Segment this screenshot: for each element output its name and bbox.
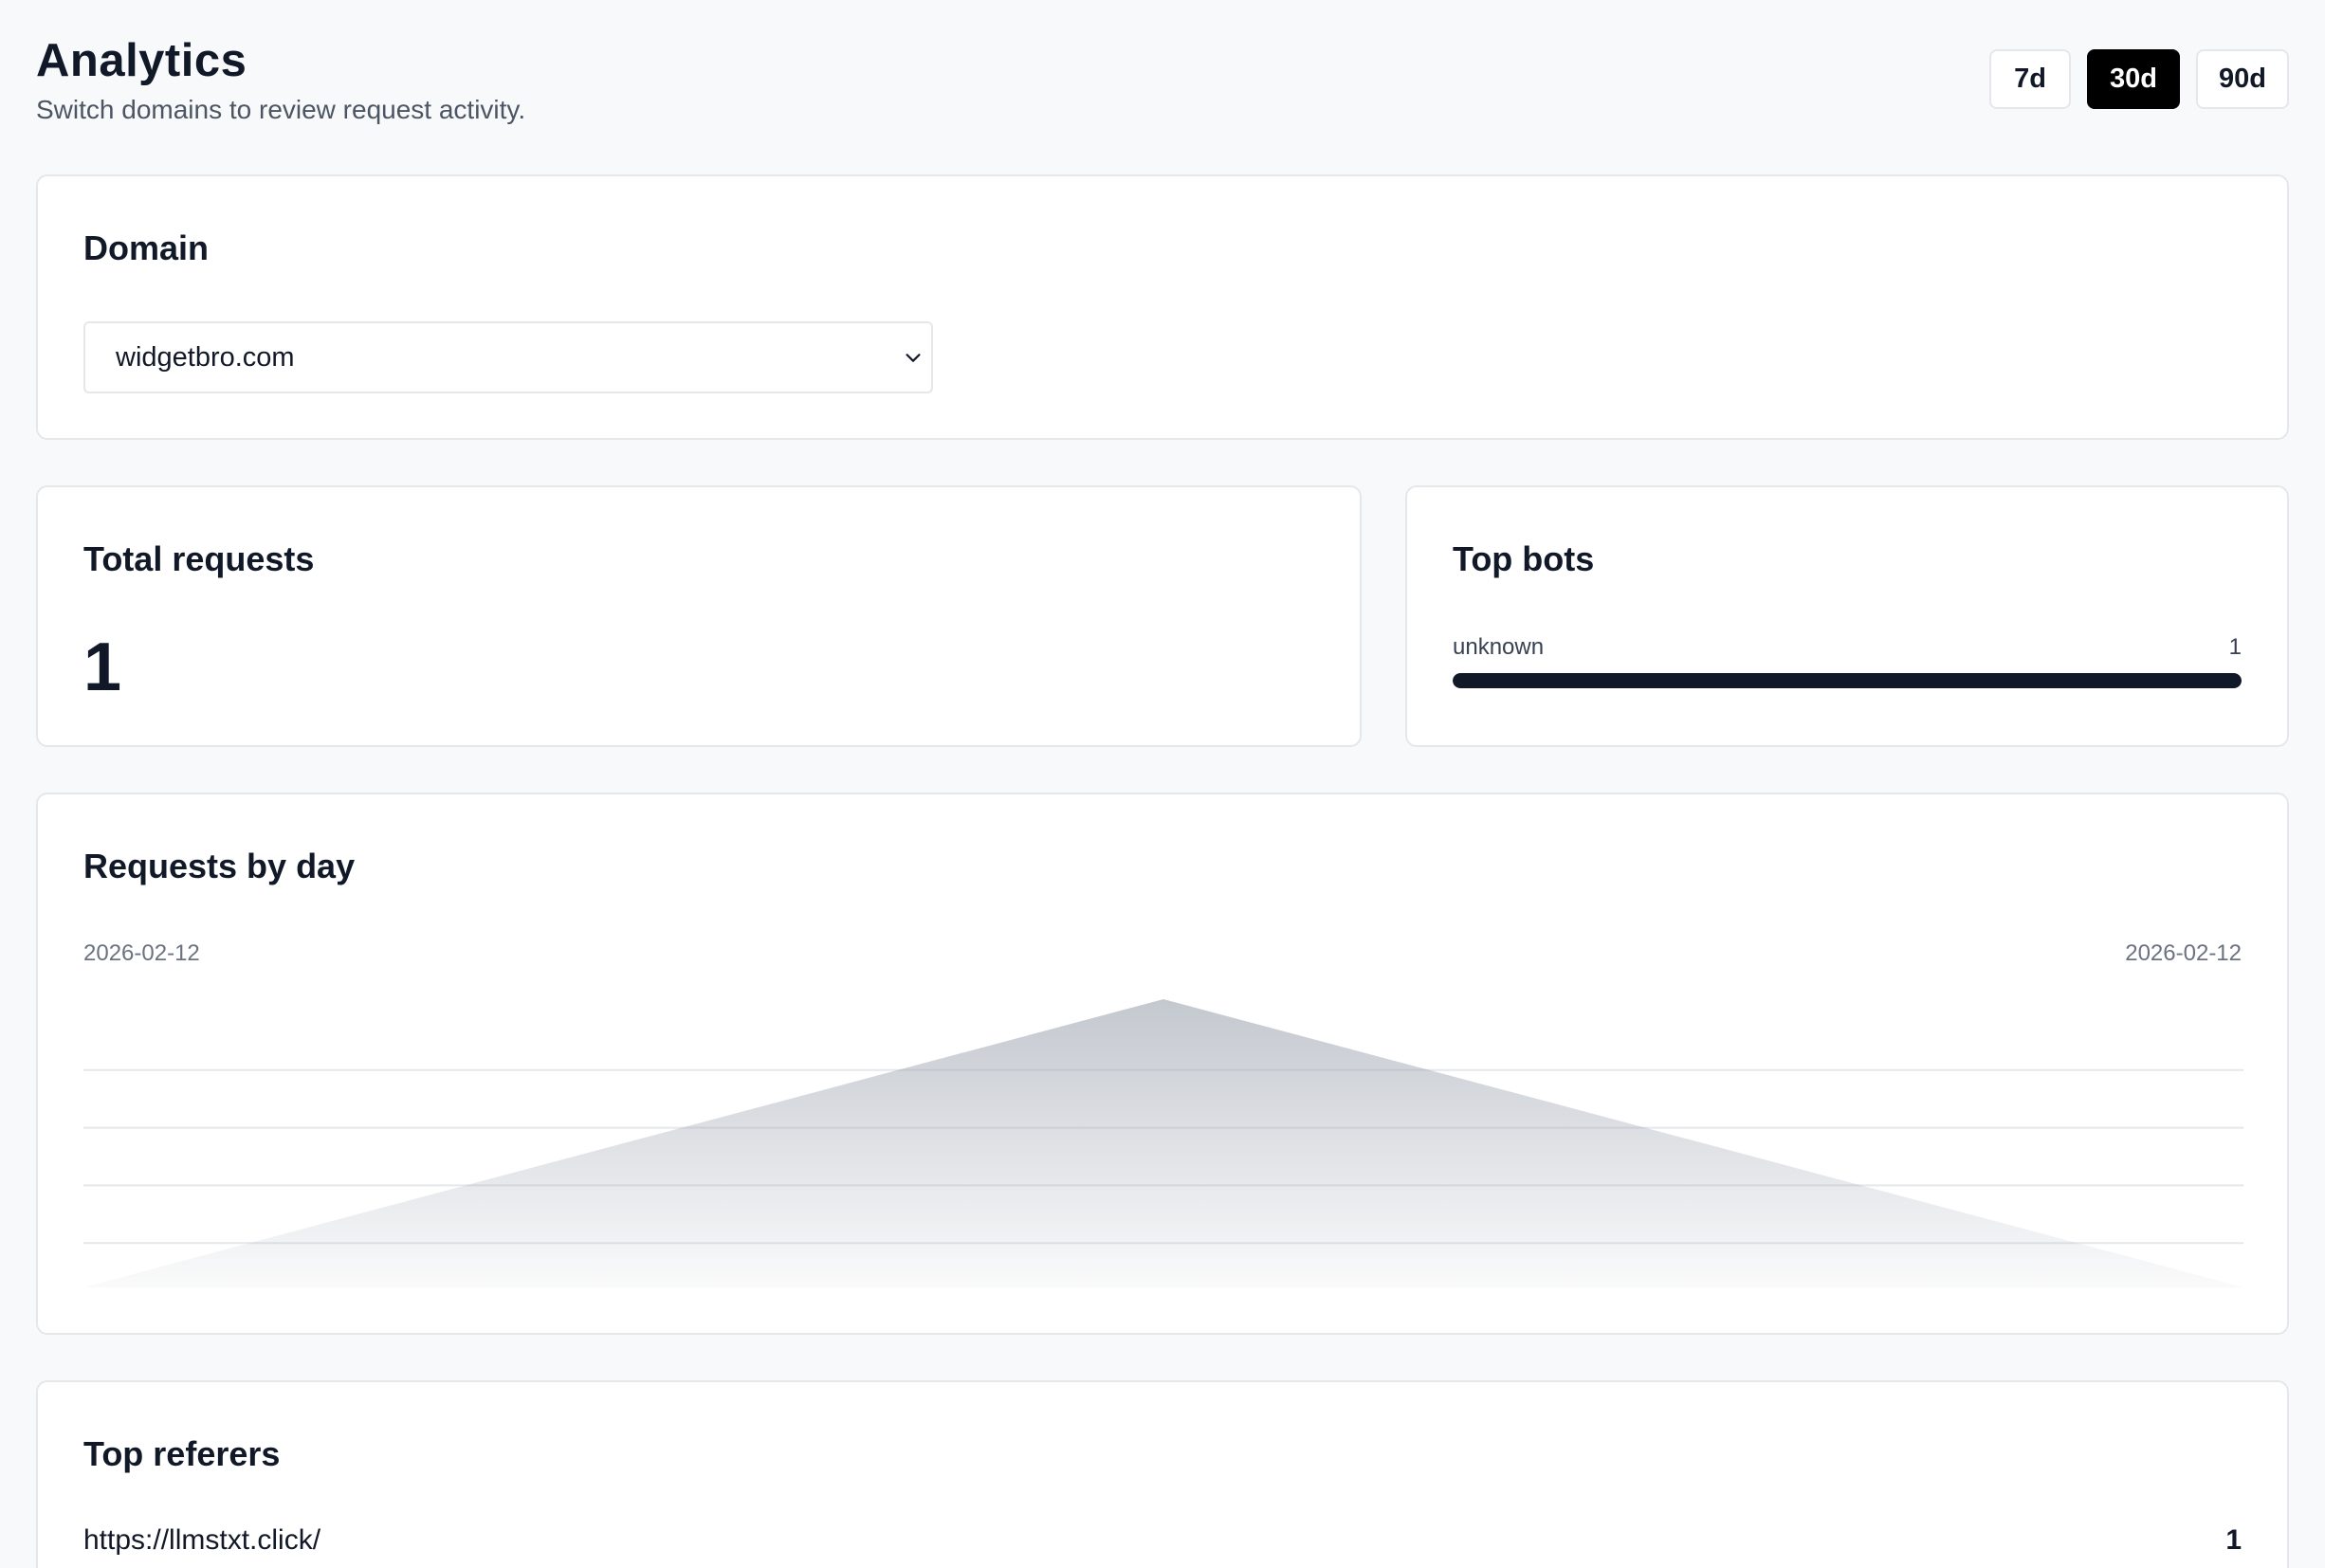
total-requests-title: Total requests bbox=[83, 539, 315, 578]
bot-bar-track bbox=[1453, 673, 2242, 688]
referer-count: 1 bbox=[2225, 1524, 2242, 1556]
range-selector: 7d 30d 90d bbox=[1989, 49, 2289, 109]
page-header: Analytics Switch domains to review reque… bbox=[36, 30, 2289, 135]
top-bots-card: Top bots unknown 1 bbox=[1405, 485, 2289, 747]
bot-bar-fill bbox=[1453, 673, 2242, 688]
chart-area-series bbox=[83, 999, 2243, 1287]
referer-url[interactable]: https://llmstxt.click/ bbox=[83, 1524, 320, 1557]
bot-name: unknown bbox=[1453, 634, 1545, 660]
page-subtitle: Switch domains to review request activit… bbox=[36, 95, 526, 124]
chevron-down-icon bbox=[906, 354, 921, 362]
domain-card-title: Domain bbox=[83, 228, 210, 267]
domain-select[interactable]: widgetbro.com bbox=[83, 321, 933, 393]
top-bots-title: Top bots bbox=[1453, 539, 1595, 578]
bot-count: 1 bbox=[2228, 634, 2242, 660]
top-referers-title: Top referers bbox=[83, 1434, 281, 1473]
top-referers-card: Top referers https://llmstxt.click/ 1 bbox=[36, 1380, 2289, 1568]
bot-row: unknown 1 bbox=[1453, 633, 2242, 688]
total-requests-value: 1 bbox=[83, 629, 122, 705]
chart-start-date: 2026-02-12 bbox=[83, 940, 200, 966]
bot-row-header: unknown 1 bbox=[1453, 633, 2242, 662]
requests-area-chart bbox=[83, 999, 2243, 1287]
range-30d-button[interactable]: 30d bbox=[2087, 49, 2181, 109]
analytics-page: Analytics Switch domains to review reque… bbox=[0, 0, 2325, 1568]
page-title: Analytics bbox=[36, 35, 247, 86]
total-requests-card: Total requests 1 bbox=[36, 485, 1362, 747]
referer-row: https://llmstxt.click/ 1 bbox=[83, 1524, 2242, 1557]
domain-select-value: widgetbro.com bbox=[116, 341, 295, 373]
range-90d-button[interactable]: 90d bbox=[2196, 49, 2289, 109]
requests-by-day-card: Requests by day 2026-02-12 2026-02-12 bbox=[36, 793, 2289, 1335]
domain-card: Domain widgetbro.com bbox=[36, 174, 2289, 440]
chart-end-date: 2026-02-12 bbox=[2125, 940, 2242, 966]
range-7d-button[interactable]: 7d bbox=[1989, 49, 2072, 109]
chart-title: Requests by day bbox=[83, 847, 356, 885]
